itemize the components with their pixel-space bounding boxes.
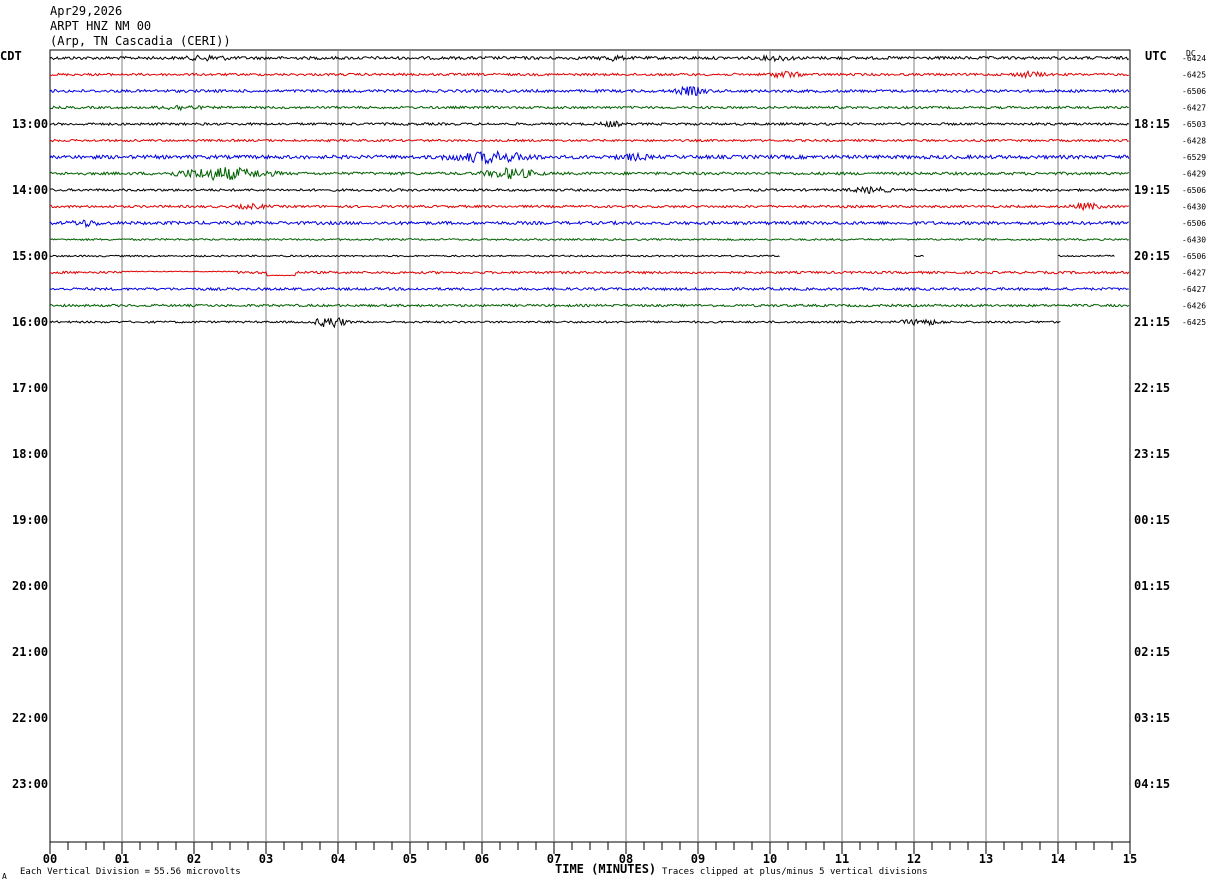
dc-offset-label: -6503 [1182,120,1206,129]
dc-offset-label: -6427 [1182,269,1206,278]
utc-hour-label: 22:15 [1134,381,1170,395]
utc-hour-label: 04:15 [1134,777,1170,791]
dc-offset-label: -6429 [1182,170,1206,179]
dc-offset-label: -6428 [1182,137,1206,146]
seismogram-chart: 00 01 02 03 04 05 06 07 08 09 10 11 12 13 14 1513:0014:… [12,49,1206,866]
x-tick-label: 05 [403,852,417,866]
trace-line [49,138,1129,143]
corner-mark: A [2,872,7,881]
utc-hour-label: 21:15 [1134,315,1170,329]
cdt-hour-label: 17:00 [12,381,48,395]
trace-line [49,166,1130,182]
clip-note: Traces clipped at plus/minus 5 vertical … [662,867,928,877]
dc-offset-label: -6425 [1182,71,1206,80]
cdt-hour-label: 15:00 [12,249,48,263]
trace-line [49,85,1130,96]
dc-offset-label: -6426 [1182,302,1206,311]
utc-hour-label: 01:15 [1134,579,1170,593]
division-label: Each Vertical Division = [20,867,151,877]
trace-line [49,254,780,258]
cdt-hour-label: 21:00 [12,645,48,659]
trace-line [1057,254,1115,258]
x-tick-label: 14 [1051,852,1065,866]
cdt-hour-label: 19:00 [12,513,48,527]
dc-column-title: DC [1186,49,1196,58]
x-tick-label: 04 [331,852,345,866]
division-value: 55.56 microvolts [154,867,241,877]
utc-hour-label: 18:15 [1134,117,1170,131]
x-tick-label: 01 [115,852,129,866]
dc-offset-label: -6529 [1182,153,1206,162]
dc-offset-label: -6430 [1182,203,1206,212]
x-tick-label: 11 [835,852,849,866]
x-tick-label: 13 [979,852,993,866]
dc-offset-label: -6506 [1182,219,1206,228]
dc-offset-label: -6506 [1182,252,1206,261]
utc-hour-label: 23:15 [1134,447,1170,461]
cdt-hour-label: 16:00 [12,315,48,329]
utc-hour-label: 03:15 [1134,711,1170,725]
x-tick-label: 00 [43,852,57,866]
dc-offset-label: -6427 [1182,104,1206,113]
cdt-hour-label: 20:00 [12,579,48,593]
x-tick-label: 12 [907,852,921,866]
trace-line [49,201,1129,212]
cdt-hour-label: 22:00 [12,711,48,725]
right-timezone-label: UTC [1145,49,1167,63]
cdt-hour-label: 13:00 [12,117,48,131]
trace-line [50,69,1129,80]
utc-hour-label: 20:15 [1134,249,1170,263]
trace-line [49,104,1129,112]
utc-hour-label: 19:15 [1134,183,1170,197]
trace-line [49,53,1130,63]
trace-line [49,185,1130,195]
trace-line [49,270,1130,277]
plot-frame [49,49,1131,843]
header-location: (Arp, TN Cascadia (CERI)) [50,34,231,48]
trace-line [49,237,1129,242]
header-date: Apr29,2026 [50,4,123,18]
dc-offset-label: -6427 [1182,285,1206,294]
trace-line [913,254,924,258]
header-station: ARPT HNZ NM 00 [50,19,152,33]
utc-hour-label: 00:15 [1134,513,1170,527]
trace-line [49,120,1130,128]
x-tick-label: 09 [691,852,705,866]
cdt-hour-label: 14:00 [12,183,48,197]
x-tick-label: 06 [475,852,489,866]
trace-line [49,219,1129,229]
x-tick-label: 15 [1123,852,1137,866]
trace-line [49,317,1061,329]
left-timezone-label: CDT [0,49,22,63]
trace-line [49,303,1130,308]
cdt-hour-label: 18:00 [12,447,48,461]
x-tick-label: 02 [187,852,201,866]
x-tick-label: 10 [763,852,777,866]
utc-hour-label: 02:15 [1134,645,1170,659]
trace-line [49,150,1130,165]
dc-offset-label: -6430 [1182,236,1206,245]
cdt-hour-label: 23:00 [12,777,48,791]
x-tick-label: 03 [259,852,273,866]
dc-offset-label: -6506 [1182,87,1206,96]
dc-offset-label: -6506 [1182,186,1206,195]
dc-offset-label: -6425 [1182,318,1206,327]
trace-line [49,286,1129,292]
x-axis-title: TIME (MINUTES) [555,862,657,876]
